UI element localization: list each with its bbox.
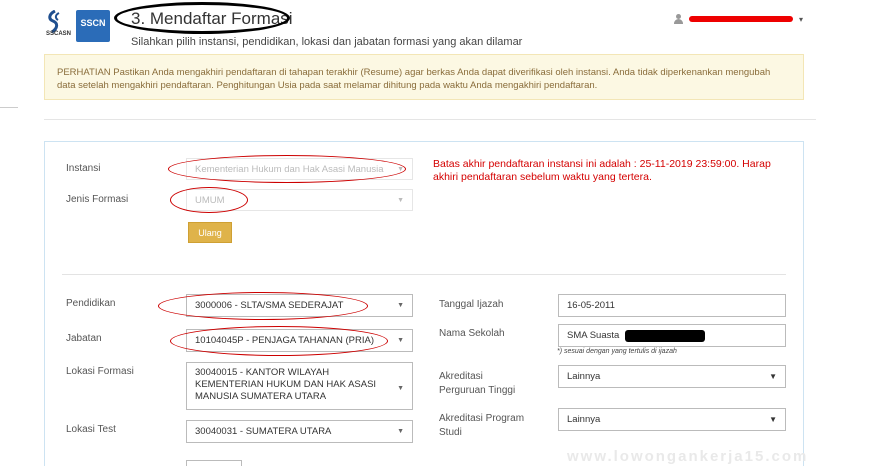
lokasi-test-value: 30040031 - SUMATERA UTARA xyxy=(195,426,332,437)
nama-sekolah-value: SMA Suasta xyxy=(567,330,620,341)
next-button[interactable] xyxy=(186,460,242,466)
pendidikan-label: Pendidikan xyxy=(66,298,116,309)
chevron-down-icon: ▼ xyxy=(397,385,404,392)
section-divider xyxy=(62,274,786,275)
watermark: www.lowongankerja15.com xyxy=(567,448,809,465)
chevron-down-icon: ▼ xyxy=(397,337,404,344)
lokasi-formasi-value: 30040015 - KANTOR WILAYAH KEMENTERIAN HU… xyxy=(195,367,377,402)
nama-sekolah-label: Nama Sekolah xyxy=(439,328,505,339)
warning-notice: PERHATIAN Pastikan Anda mengakhiri penda… xyxy=(44,54,804,100)
jabatan-label: Jabatan xyxy=(66,333,102,344)
lokasi-formasi-select[interactable]: 30040015 - KANTOR WILAYAH KEMENTERIAN HU… xyxy=(186,362,413,410)
akreditasi-prodi-value: Lainnya xyxy=(567,414,601,425)
chevron-down-icon: ▼ xyxy=(769,372,777,381)
nama-sekolah-input[interactable]: SMA Suasta xyxy=(558,324,786,347)
chevron-down-icon: ▾ xyxy=(799,14,804,24)
akreditasi-pt-select[interactable]: Lainnya ▼ xyxy=(558,365,786,388)
redacted-school-name xyxy=(625,329,706,342)
lokasi-test-select[interactable]: 30040031 - SUMATERA UTARA ▼ xyxy=(186,420,413,443)
chevron-down-icon: ▼ xyxy=(769,415,777,424)
deadline-note: Batas akhir pendaftaran instansi ini ada… xyxy=(433,158,771,183)
lokasi-formasi-label: Lokasi Formasi xyxy=(66,366,134,377)
akreditasi-prodi-select[interactable]: Lainnya ▼ xyxy=(558,408,786,431)
akreditasi-pt-value: Lainnya xyxy=(567,371,601,382)
title-annotation-ellipse xyxy=(114,2,290,34)
instansi-label: Instansi xyxy=(66,163,101,174)
instansi-annotation-oval xyxy=(168,155,406,183)
sscn-logo: SSCN xyxy=(76,10,110,42)
chevron-down-icon: ▼ xyxy=(397,302,404,309)
tanggal-ijazah-value: 16-05-2011 xyxy=(567,300,615,311)
akreditasi-prodi-label: Akreditasi Program Studi xyxy=(439,413,525,438)
tanggal-ijazah-input[interactable]: 16-05-2011 xyxy=(558,294,786,317)
divider xyxy=(0,107,18,108)
user-icon xyxy=(674,14,683,24)
user-menu[interactable]: ▾ xyxy=(674,14,803,24)
akreditasi-pt-label: Akreditasi Perguruan Tinggi xyxy=(439,371,516,396)
divider xyxy=(44,119,816,120)
jenis-formasi-label: Jenis Formasi xyxy=(66,194,129,205)
pendidikan-annotation-oval xyxy=(158,292,368,320)
chevron-down-icon: ▼ xyxy=(397,196,404,204)
nama-sekolah-hint: *) sesuai dengan yang tertulis di ijazah xyxy=(557,348,677,355)
redacted-username xyxy=(689,16,793,22)
lokasi-test-label: Lokasi Test xyxy=(66,424,116,435)
logo-caption: SSCASN xyxy=(46,31,72,37)
page-subtitle: Silahkan pilih instansi, pendidikan, lok… xyxy=(131,36,523,48)
jenis-annotation-oval xyxy=(170,187,248,213)
jabatan-annotation-oval xyxy=(170,326,388,356)
tanggal-ijazah-label: Tanggal Ijazah xyxy=(439,299,504,310)
chevron-down-icon: ▼ xyxy=(397,428,404,435)
ulang-button[interactable]: Ulang xyxy=(188,222,232,243)
